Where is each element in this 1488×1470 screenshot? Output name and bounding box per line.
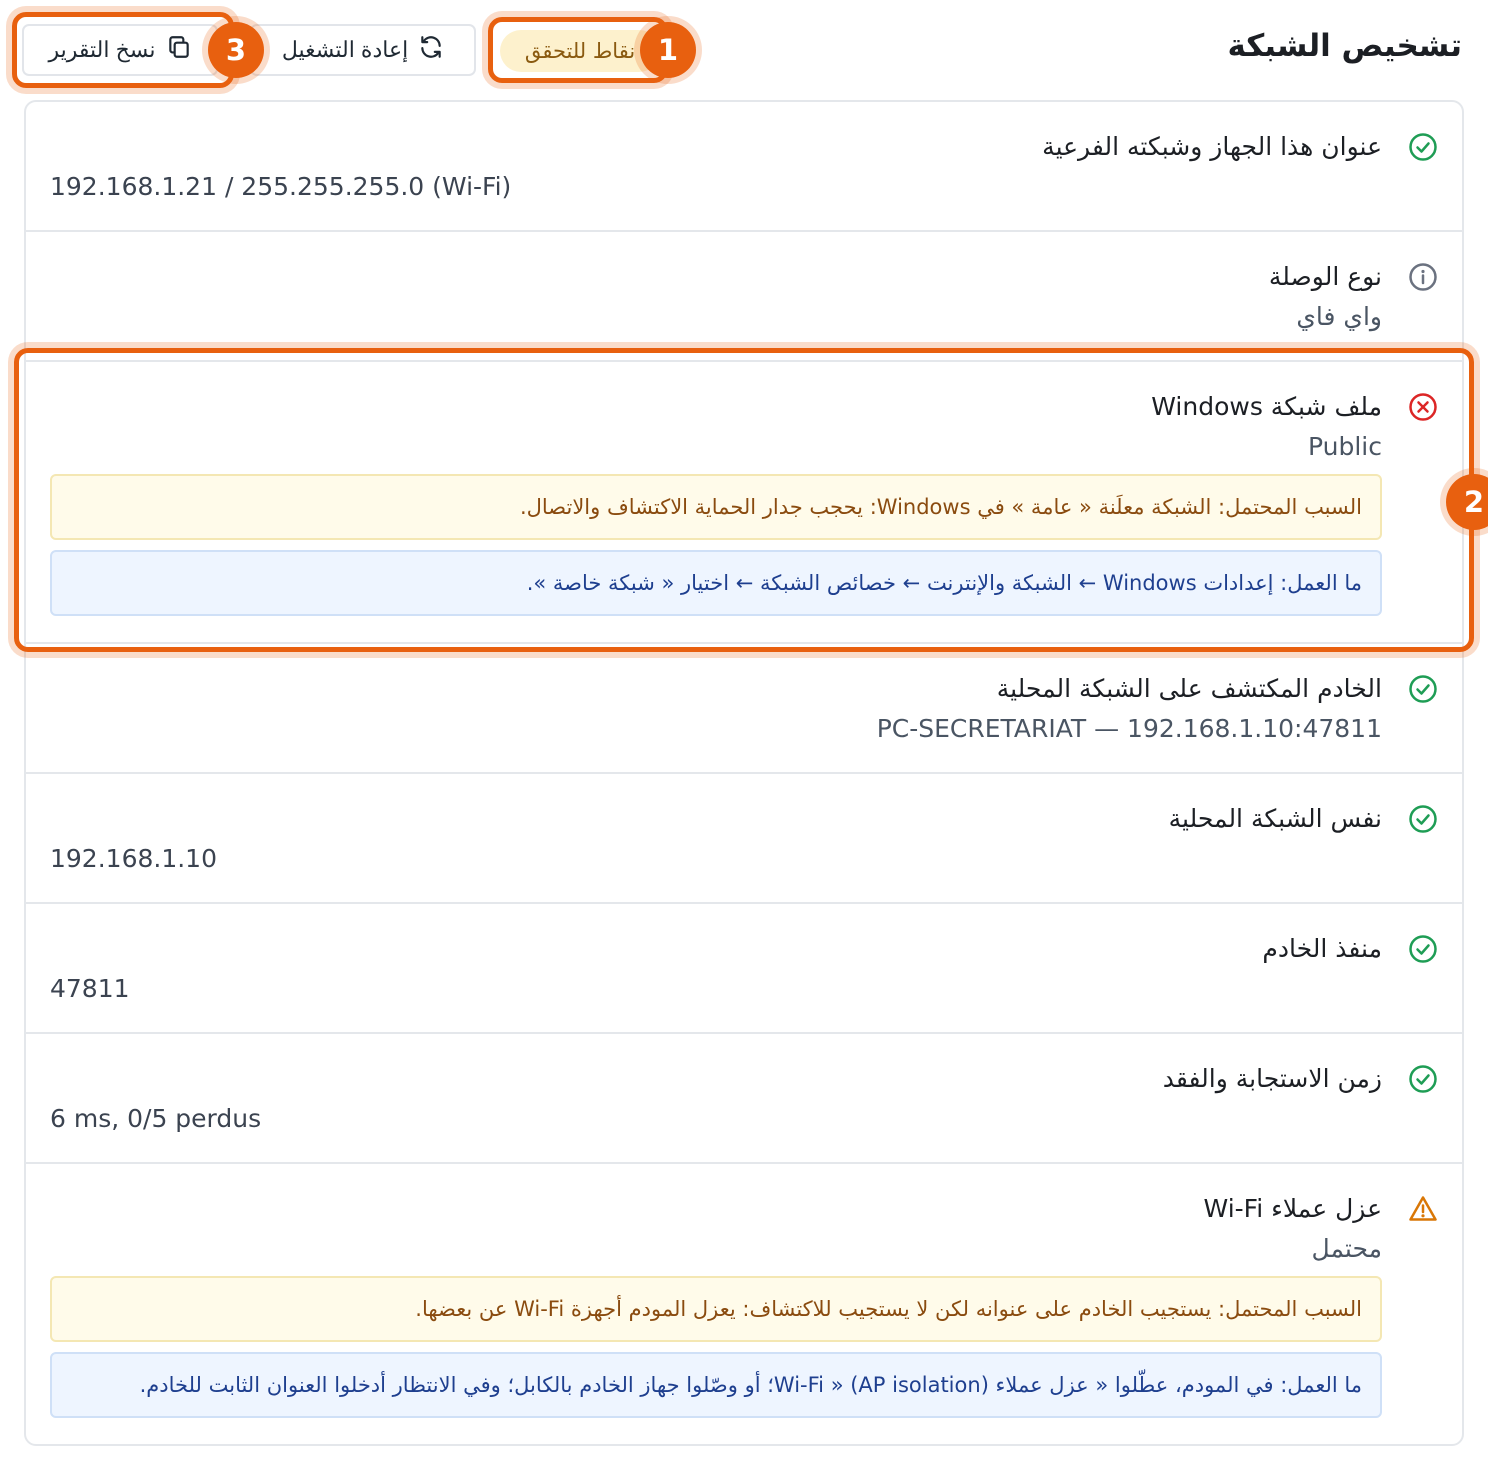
action-note: ما العمل: في المودم، عطّلوا « عزل عملاء … [50,1352,1382,1418]
restart-button-label: إعادة التشغيل [281,37,409,62]
check-circle-icon [1408,674,1438,704]
cause-note: السبب المحتمل: يستجيب الخادم على عنوانه … [50,1276,1382,1342]
check-circle-icon [1408,1064,1438,1094]
check-value: PC-SECRETARIAT — 192.168.1.10:47811 [876,714,1382,743]
check-circle-icon [1408,804,1438,834]
check-row-server-discovered: الخادم المكتشف على الشبكة المحلية PC-SEC… [26,644,1462,774]
check-circle-icon [1408,132,1438,162]
check-row-same-lan: نفس الشبكة المحلية 192.168.1.10 [26,774,1462,904]
check-value: 192.168.1.21 / 255.255.255.0 (Wi-Fi) [50,172,512,201]
check-row-latency-loss: زمن الاستجابة والفقد 6 ms, 0/5 perdus [26,1034,1462,1164]
highlight-copy-report [12,12,234,88]
check-title: الخادم المكتشف على الشبكة المحلية [996,674,1382,703]
annotation-marker-3: 3 [208,22,264,78]
check-title: نفس الشبكة المحلية [1168,804,1382,833]
check-value: محتمل [1311,1234,1382,1263]
check-row-link-type: نوع الوصلة واي فاي [26,232,1462,362]
check-value: 47811 [50,974,130,1003]
check-title: عنوان هذا الجهاز وشبكته الفرعية [1042,132,1382,161]
check-circle-icon [1408,934,1438,964]
page-title: تشخيص الشبكة [1227,28,1462,64]
diagnostics-card: عنوان هذا الجهاز وشبكته الفرعية 192.168.… [24,100,1464,1446]
check-row-device-address: عنوان هذا الجهاز وشبكته الفرعية 192.168.… [26,102,1462,232]
refresh-icon [418,34,444,66]
cause-text: السبب المحتمل: يستجيب الخادم على عنوانه … [415,1297,1362,1321]
annotation-marker-1: 1 [640,22,696,78]
action-text: ما العمل: في المودم، عطّلوا « عزل عملاء … [139,1373,1362,1397]
check-title: نوع الوصلة [1268,262,1382,291]
restart-button[interactable]: إعادة التشغيل [250,24,476,76]
check-row-server-port: منفذ الخادم 47811 [26,904,1462,1034]
check-row-wifi-isolation: عزل عملاء Wi-Fi محتمل السبب المحتمل: يست… [26,1164,1462,1446]
check-value: 6 ms, 0/5 perdus [50,1104,262,1133]
check-title: منفذ الخادم [1262,934,1382,963]
info-circle-icon [1408,262,1438,292]
warning-triangle-icon [1408,1194,1438,1224]
check-title: زمن الاستجابة والفقد [1162,1064,1382,1093]
check-value: واي فاي [1296,302,1382,331]
check-title: عزل عملاء Wi-Fi [1203,1194,1382,1223]
highlight-windows-profile [14,348,1474,652]
check-value: 192.168.1.10 [50,844,217,873]
